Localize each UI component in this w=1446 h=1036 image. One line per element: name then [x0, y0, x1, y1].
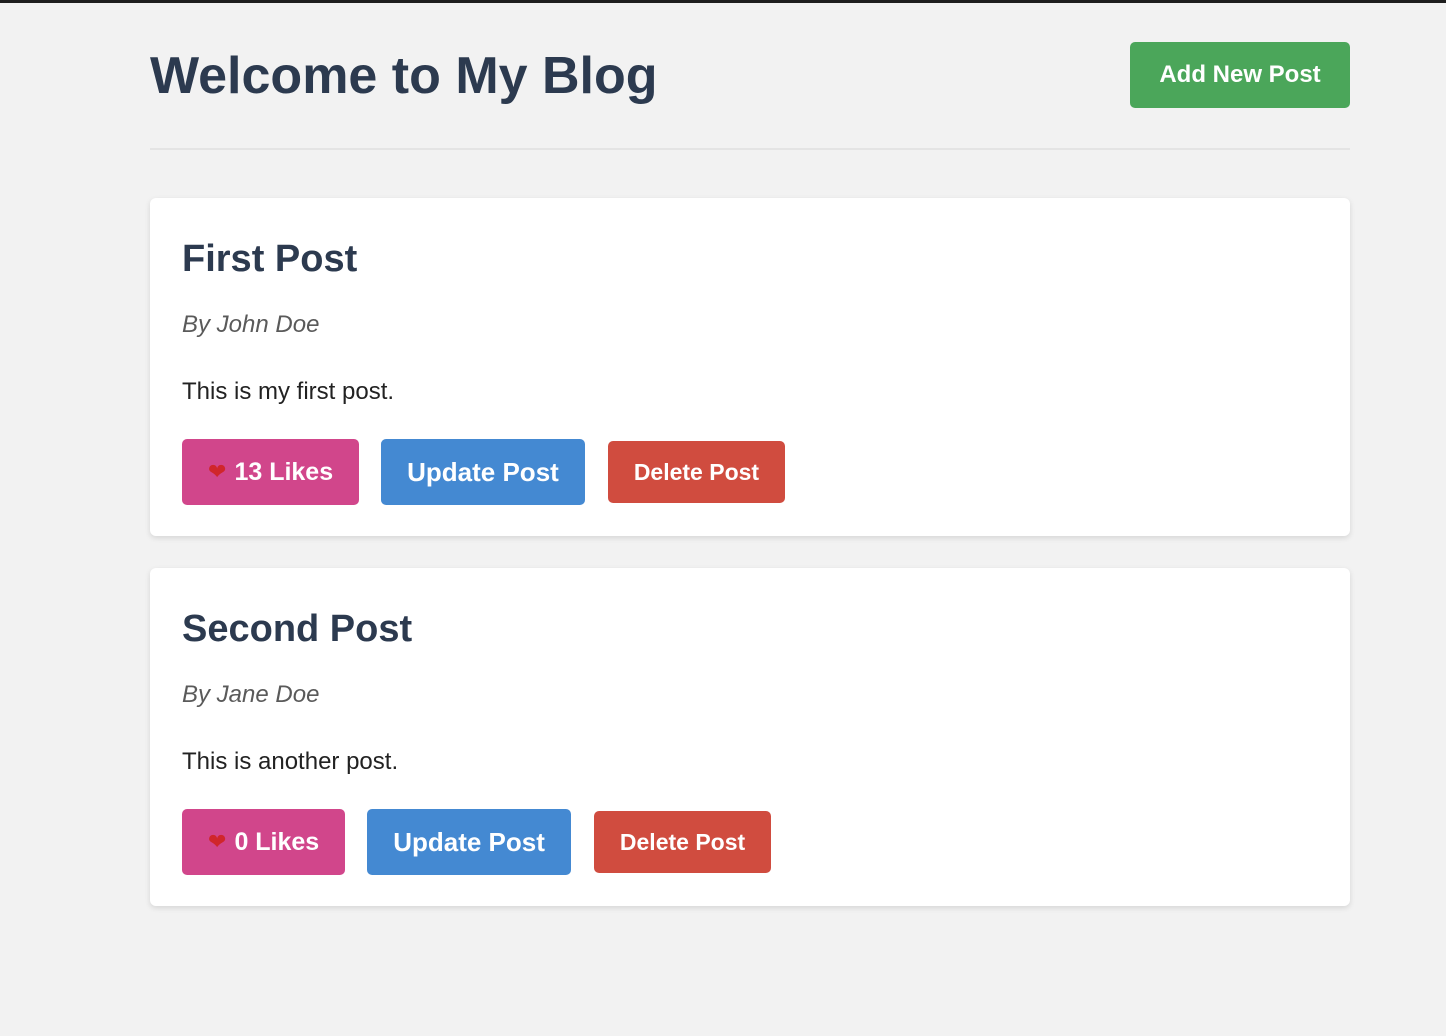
heart-icon: ❤: [208, 459, 227, 484]
post-actions: ❤ 13 Likes Update Post Delete Post: [182, 439, 786, 505]
like-count-label: 0 Likes: [234, 827, 320, 856]
like-button[interactable]: ❤ 0 Likes: [182, 809, 346, 875]
update-post-button[interactable]: Update Post: [367, 809, 571, 875]
like-count-label: 13 Likes: [234, 457, 334, 486]
post-actions: ❤ 0 Likes Update Post Delete Post: [182, 809, 772, 875]
add-new-post-button[interactable]: Add New Post: [1130, 42, 1350, 108]
post-card: First Post By John Doe This is my first …: [150, 198, 1350, 536]
post-body: This is my first post.: [182, 378, 395, 405]
delete-post-button[interactable]: Delete Post: [607, 441, 786, 503]
delete-post-button[interactable]: Delete Post: [593, 811, 772, 873]
post-body: This is another post.: [182, 748, 399, 775]
like-button[interactable]: ❤ 13 Likes: [182, 439, 360, 505]
post-card: Second Post By Jane Doe This is another …: [150, 568, 1350, 906]
page-header: Welcome to My Blog Add New Post: [150, 0, 1350, 150]
page-title: Welcome to My Blog: [150, 47, 658, 105]
update-post-button[interactable]: Update Post: [381, 439, 585, 505]
post-author: By Jane Doe: [182, 681, 320, 708]
post-title: First Post: [182, 238, 358, 280]
post-author: By John Doe: [182, 311, 320, 338]
blog-container: Welcome to My Blog Add New Post First Po…: [150, 0, 1350, 906]
heart-icon: ❤: [208, 829, 227, 854]
post-title: Second Post: [182, 608, 413, 650]
